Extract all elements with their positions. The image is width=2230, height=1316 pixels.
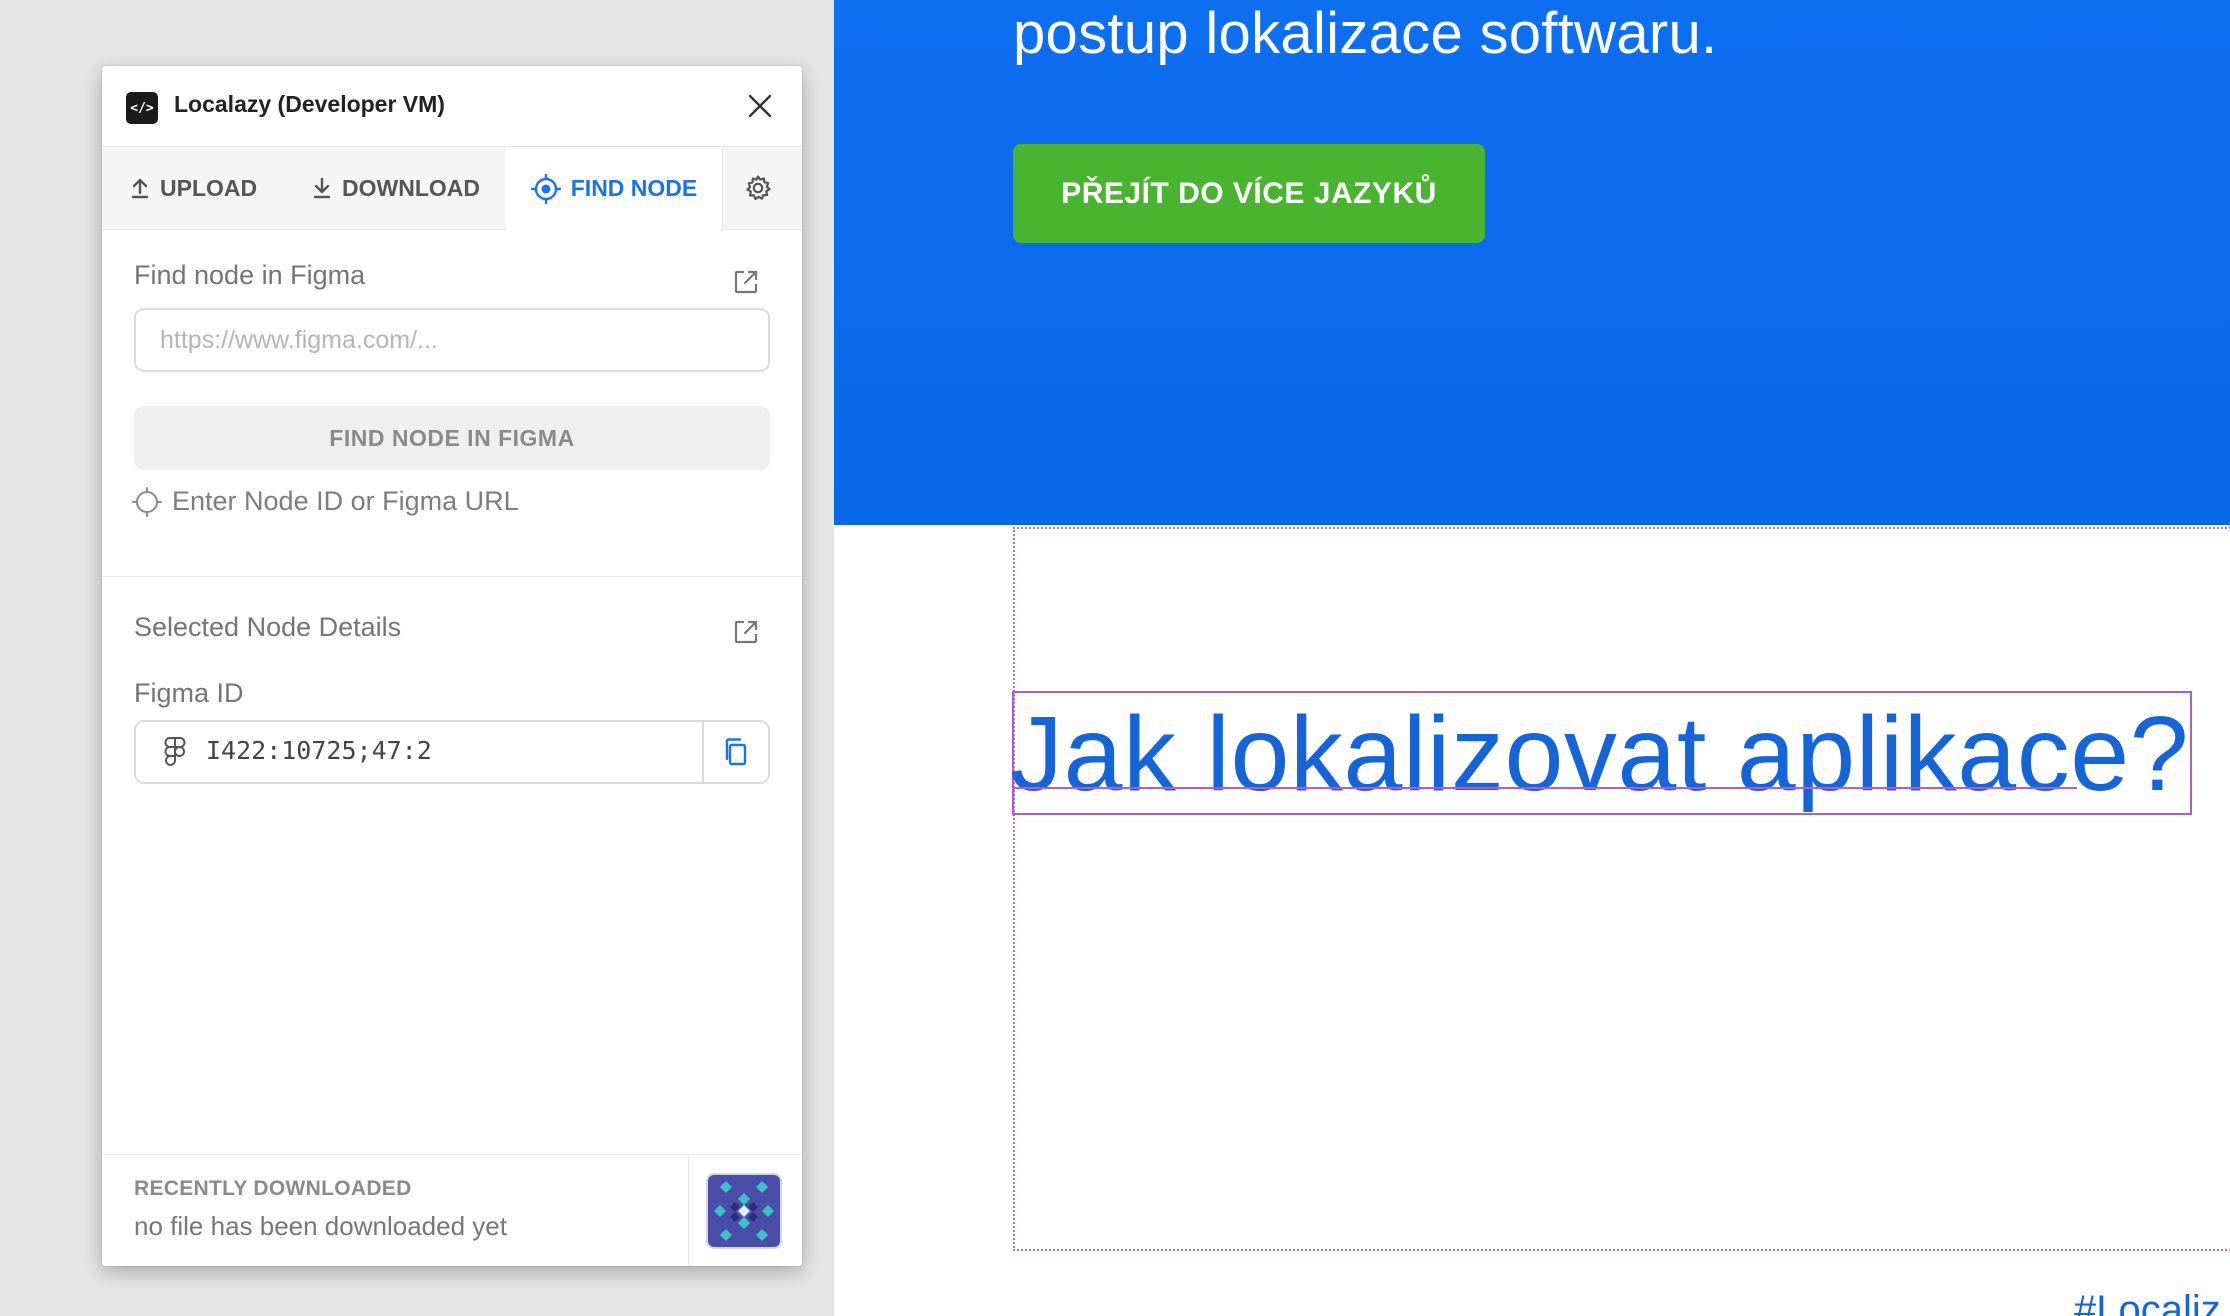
figma-canvas[interactable]: postup lokalizace softwaru. PŘEJÍT DO VÍ… — [834, 0, 2230, 1316]
figma-id-label: Figma ID — [134, 678, 244, 708]
frame-outline — [1013, 527, 2230, 1251]
crosshair-icon — [132, 486, 162, 517]
copy-icon — [725, 738, 747, 766]
close-button[interactable] — [742, 88, 778, 124]
hero-text: postup lokalizace softwaru. — [1013, 1, 1718, 66]
figma-url-input[interactable] — [134, 308, 770, 372]
localazy-logo-icon[interactable] — [708, 1175, 780, 1247]
tab-find-node-label: FIND NODE — [570, 175, 698, 201]
open-external-button[interactable] — [732, 268, 760, 301]
recently-downloaded-status: no file has been downloaded yet — [134, 1211, 507, 1241]
crosshair-icon — [530, 173, 561, 204]
figma-id-value: I422:10725;47:2 — [206, 736, 432, 765]
gear-icon — [746, 175, 771, 200]
pattern-icon — [708, 1175, 780, 1247]
text-baseline — [1013, 787, 2077, 789]
figma-id-field[interactable]: I422:10725;47:2 — [134, 720, 770, 784]
tab-find-node[interactable]: FIND NODE — [506, 147, 722, 230]
tab-download[interactable]: DOWNLOAD — [312, 147, 480, 229]
tab-bar: UPLOAD DOWNLOAD FIND NODE — [102, 147, 802, 230]
external-link-icon — [734, 620, 758, 644]
code-icon: </> — [126, 92, 158, 124]
plugin-title: Localazy (Developer VM) — [174, 91, 445, 117]
divider — [688, 1155, 689, 1266]
find-node-section-label: Find node in Figma — [134, 260, 366, 290]
hint-text: Enter Node ID or Figma URL — [172, 486, 519, 516]
copy-id-button[interactable] — [702, 722, 768, 782]
node-details-section-label: Selected Node Details — [134, 612, 402, 642]
hero-section: postup lokalizace softwaru. PŘEJÍT DO VÍ… — [834, 0, 2230, 525]
plugin-window: </> Localazy (Developer VM) UPLOAD DOWNL… — [102, 66, 802, 1266]
tab-upload[interactable]: UPLOAD — [130, 147, 257, 229]
hint-row: Enter Node ID or Figma URL — [132, 486, 519, 517]
tab-upload-label: UPLOAD — [160, 174, 258, 201]
cta-button[interactable]: PŘEJÍT DO VÍCE JAZYKŮ — [1013, 144, 1485, 243]
open-node-external-button[interactable] — [732, 618, 760, 651]
divider — [102, 576, 802, 577]
download-icon — [313, 177, 331, 199]
settings-button[interactable] — [722, 147, 802, 229]
title-bar: </> Localazy (Developer VM) — [102, 66, 802, 147]
external-link-icon — [734, 270, 758, 294]
tab-download-label: DOWNLOAD — [342, 174, 480, 201]
upload-icon — [131, 178, 149, 199]
recently-downloaded-title: RECENTLY DOWNLOADED — [134, 1177, 412, 1200]
recent-downloads-footer: RECENTLY DOWNLOADED no file has been dow… — [102, 1154, 802, 1266]
close-icon — [748, 94, 772, 118]
selected-heading-text[interactable]: Jak lokalizovat aplikace? — [1010, 692, 2189, 816]
figma-logo-icon — [164, 737, 186, 766]
find-node-button[interactable]: FIND NODE IN FIGMA — [134, 406, 770, 470]
bottom-tag-text: #Localiz — [2074, 1288, 2221, 1316]
